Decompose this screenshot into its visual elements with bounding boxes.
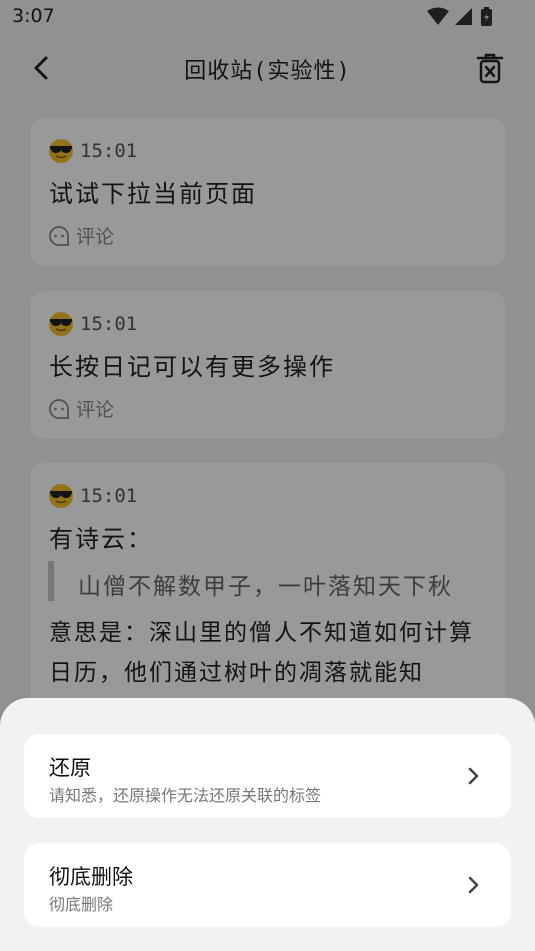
bottom-sheet: 还原 请知悉，还原操作无法还原关联的标签 彻底删除 彻底删除 xyxy=(0,698,535,951)
option-title: 彻底删除 xyxy=(49,865,133,889)
chevron-right-icon xyxy=(468,876,479,894)
option-subtitle: 请知悉，还原操作无法还原关联的标签 xyxy=(49,786,322,805)
delete-permanently-option[interactable]: 彻底删除 彻底删除 xyxy=(24,843,511,927)
restore-option[interactable]: 还原 请知悉，还原操作无法还原关联的标签 xyxy=(24,734,511,818)
option-subtitle: 彻底删除 xyxy=(49,895,114,914)
chevron-right-icon xyxy=(468,767,479,785)
option-title: 还原 xyxy=(49,756,91,780)
